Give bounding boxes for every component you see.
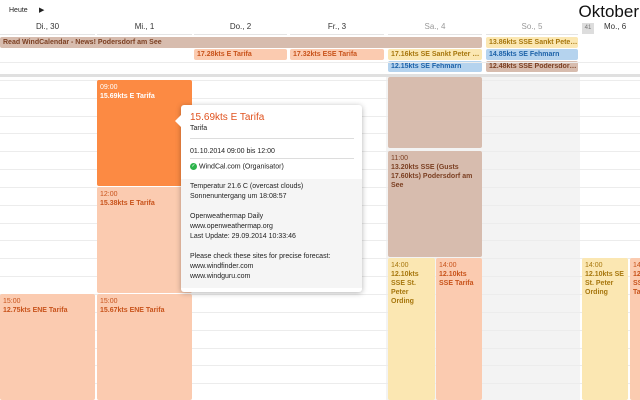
grid-line: [0, 294, 640, 295]
popover-location: Tarifa: [190, 125, 208, 132]
divider: [190, 158, 354, 159]
today-button[interactable]: Heute: [9, 7, 28, 14]
weekend-column-so: [484, 77, 580, 400]
week-number: 41: [582, 23, 594, 34]
grid-line: [0, 62, 640, 63]
event-title: 12.10kts SSE St. Peter Ording: [391, 271, 419, 305]
event-mi-1500[interactable]: 15:00 15.67kts ENE Tarifa: [97, 294, 192, 400]
allday-event[interactable]: 13.86kts SSE Sankt Peter Ording: [486, 37, 578, 48]
day-header-do[interactable]: Do., 2: [194, 22, 287, 35]
note-line: [190, 202, 353, 212]
note-line: Last Update: 29.09.2014 10:33:46: [190, 233, 296, 240]
month-title: Oktober: [578, 2, 639, 21]
event-mi-1200[interactable]: 12:00 15.38kts E Tarifa: [97, 187, 192, 293]
day-header-mo[interactable]: Mo., 6: [596, 22, 640, 35]
popover-notes[interactable]: Temperatur 21.6 C (overcast clouds) Sonne…: [181, 179, 362, 288]
event-title: 12.10kts SE St. Peter Ording: [585, 271, 624, 296]
event-time: 14:00: [585, 262, 603, 269]
popover-datetime[interactable]: 01.10.2014 09:00 bis 12:00: [190, 148, 275, 155]
event-mo-1400-a[interactable]: 14:00 12.10kts SE St. Peter Ording: [582, 258, 628, 400]
event-time: 15:00: [100, 298, 118, 305]
event-mo-1400-b[interactable]: 14:00 12.10kts SSE Tarifa: [630, 258, 640, 400]
note-line: [190, 242, 353, 252]
event-sa-1400-b[interactable]: 14:00 12.10kts SSE Tarifa: [436, 258, 482, 400]
day-header-so[interactable]: So., 5: [486, 22, 578, 35]
day-header-fr[interactable]: Fr., 3: [290, 22, 384, 35]
day-header-sa[interactable]: Sa., 4: [388, 22, 482, 35]
note-line: www.windfinder.com: [190, 263, 254, 270]
note-line: Temperatur 21.6 C (overcast clouds): [190, 183, 304, 190]
grid-line: [0, 330, 640, 331]
event-time: 14:00: [391, 262, 409, 269]
allday-event[interactable]: 17.28kts E Tarifa: [194, 49, 287, 60]
event-title: 12.10kts SSE Tarifa: [439, 271, 474, 287]
event-title: 12.75kts ENE Tarifa: [3, 307, 68, 314]
allday-event[interactable]: 17.32kts ESE Tarifa: [290, 49, 384, 60]
day-header-mi[interactable]: Mi., 1: [97, 22, 192, 35]
event-time: 14:00: [633, 262, 640, 269]
day-header-di[interactable]: Di., 30: [0, 22, 95, 35]
event-sa-1400-a[interactable]: 14:00 12.10kts SSE St. Peter Ording: [388, 258, 435, 400]
grid-line: [0, 348, 640, 349]
accepted-check-icon: ✓: [190, 163, 197, 170]
event-title: 15.38kts E Tarifa: [100, 200, 155, 207]
organizer-name: WindCal.com (Organisator): [199, 163, 284, 171]
note-line: Please check these sites for precise for…: [190, 253, 331, 260]
event-time: 11:00: [391, 155, 408, 162]
grid-line: [0, 312, 640, 313]
grid-line: [0, 98, 640, 99]
note-line: Openweathermap Daily: [190, 213, 264, 220]
allday-event[interactable]: 17.16kts SE Sankt Peter Ording: [388, 49, 482, 60]
popover-organizer[interactable]: ✓ WindCal.com (Organisator): [190, 163, 284, 170]
event-popover: 15.69kts E Tarifa Tarifa 01.10.2014 09:0…: [175, 105, 362, 292]
event-time: 12:00: [100, 191, 118, 198]
event-time: 15:00: [3, 298, 21, 305]
grid-line: [0, 365, 640, 366]
event-time: 09:00: [100, 84, 118, 91]
allday-news-event[interactable]: Read WindCalendar - News! Podersdorf am …: [0, 37, 482, 48]
divider: [190, 138, 354, 139]
note-line: www.windguru.com: [190, 273, 251, 280]
grid-line: [0, 383, 640, 384]
event-title: 15.67kts ENE Tarifa: [100, 307, 165, 314]
allday-event[interactable]: 14.85kts SE Fehmarn: [486, 49, 578, 60]
event-sa-early[interactable]: [388, 77, 482, 148]
event-di-1500[interactable]: 15:00 12.75kts ENE Tarifa: [0, 294, 95, 400]
popover-title: 15.69kts E Tarifa: [190, 112, 265, 123]
event-title: 12.10kts SSE Tarifa: [633, 271, 640, 296]
event-mi-0900[interactable]: 09:00 15.69kts E Tarifa: [97, 80, 192, 186]
event-sa-1100[interactable]: 11:00 13.20kts SSE (Gusts 17.60kts) Pode…: [388, 151, 482, 257]
event-title: 13.20kts SSE (Gusts 17.60kts) Podersdorf…: [391, 164, 473, 189]
note-line: www.openweathermap.org: [190, 223, 273, 230]
event-title: 15.69kts E Tarifa: [100, 93, 155, 100]
popover-arrow: [175, 115, 181, 127]
note-line: Sonnenuntergang um 18:08:57: [190, 193, 287, 200]
event-time: 14:00: [439, 262, 457, 269]
grid-line: [0, 80, 640, 81]
next-arrow-icon[interactable]: ▶: [39, 6, 44, 14]
